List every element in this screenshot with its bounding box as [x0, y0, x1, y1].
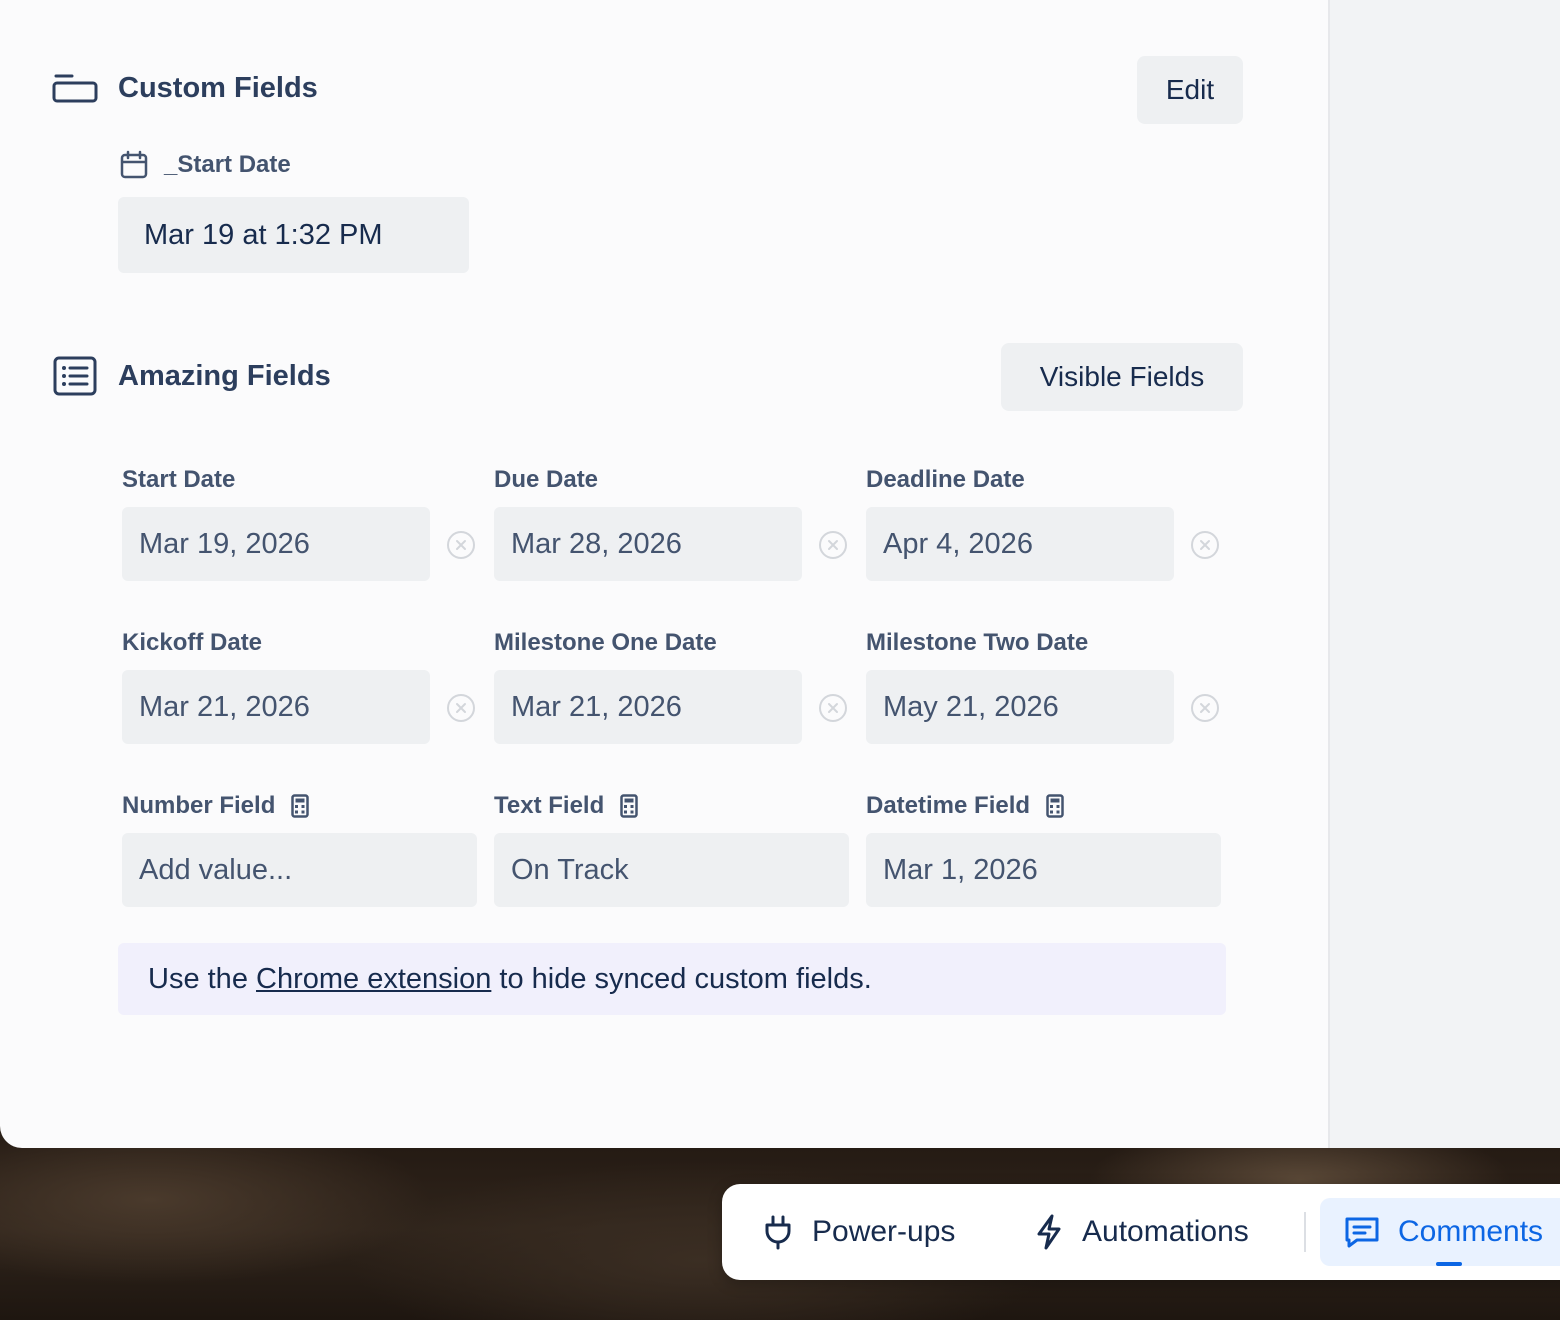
start-date-input[interactable]: Mar 19, 2026 [122, 507, 430, 581]
start-date-custom-label: _Start Date [164, 151, 291, 178]
bottom-toolbar: Power-ups Automations Comments [722, 1184, 1560, 1280]
banner-prefix: Use the [148, 962, 248, 995]
powerups-button[interactable]: Power-ups [762, 1184, 955, 1280]
field-label-milestone-two-date: Milestone Two Date [866, 629, 1089, 656]
list-icon [52, 356, 98, 396]
field-label-datetime-field: Datetime Field [866, 792, 1064, 820]
number-field-label-text: Number Field [122, 792, 276, 819]
chrome-extension-link[interactable]: Chrome extension [256, 963, 491, 996]
plug-icon [762, 1214, 794, 1250]
amazing-fields-header: Amazing Fields [52, 356, 331, 396]
custom-fields-header: Custom Fields [52, 68, 318, 108]
field-label-number-field: Number Field [122, 792, 310, 820]
custom-fields-title: Custom Fields [118, 71, 318, 104]
clear-milestone-two-date-icon[interactable] [1190, 693, 1220, 723]
clear-due-date-icon[interactable] [818, 530, 848, 560]
start-date-custom-value[interactable]: Mar 19 at 1:32 PM [118, 197, 469, 273]
field-label-start-date: Start Date [122, 466, 236, 493]
banner-suffix: to hide synced custom fields. [499, 962, 872, 995]
clear-milestone-one-date-icon[interactable] [818, 693, 848, 723]
field-label-due-date: Due Date [494, 466, 599, 493]
kickoff-date-input[interactable]: Mar 21, 2026 [122, 670, 430, 744]
comments-label: Comments [1398, 1215, 1544, 1248]
field-label-text-field: Text Field [494, 792, 638, 820]
visible-fields-button[interactable]: Visible Fields [1001, 343, 1243, 411]
due-date-input[interactable]: Mar 28, 2026 [494, 507, 802, 581]
comment-icon [1344, 1215, 1380, 1249]
bolt-icon [1034, 1214, 1064, 1250]
side-panel [1328, 0, 1560, 1148]
deadline-date-input[interactable]: Apr 4, 2026 [866, 507, 1174, 581]
clear-deadline-date-icon[interactable] [1190, 530, 1220, 560]
powerups-label: Power-ups [812, 1215, 956, 1248]
number-field-input[interactable]: Add value... [122, 833, 477, 907]
card-icon [52, 68, 98, 108]
toolbar-divider [1304, 1212, 1306, 1252]
automations-label: Automations [1082, 1215, 1249, 1248]
clear-start-date-icon[interactable] [446, 530, 476, 560]
field-label-deadline-date: Deadline Date [866, 466, 1025, 493]
calendar-icon [120, 150, 148, 180]
card-detail-panel: Custom Fields Edit _Start Date Mar 19 at… [0, 0, 1560, 1148]
milestone-two-date-input[interactable]: May 21, 2026 [866, 670, 1174, 744]
automations-button[interactable]: Automations [1034, 1184, 1249, 1280]
text-field-label-text: Text Field [494, 792, 605, 819]
milestone-one-date-input[interactable]: Mar 21, 2026 [494, 670, 802, 744]
calculator-icon [620, 794, 638, 818]
calculator-icon [1046, 794, 1064, 818]
datetime-field-label-text: Datetime Field [866, 792, 1031, 819]
amazing-fields-title: Amazing Fields [118, 359, 331, 392]
comments-active-indicator [1436, 1262, 1462, 1266]
chrome-extension-banner: Use the Chrome extension to hide synced … [118, 943, 1226, 1015]
calculator-icon [291, 794, 310, 818]
datetime-field-input[interactable]: Mar 1, 2026 [866, 833, 1221, 907]
edit-button[interactable]: Edit [1137, 56, 1243, 124]
clear-kickoff-date-icon[interactable] [446, 693, 476, 723]
field-label-milestone-one-date: Milestone One Date [494, 629, 717, 656]
text-field-input[interactable]: On Track [494, 833, 849, 907]
start-date-label-row: _Start Date [120, 150, 291, 180]
field-label-kickoff-date: Kickoff Date [122, 629, 263, 656]
